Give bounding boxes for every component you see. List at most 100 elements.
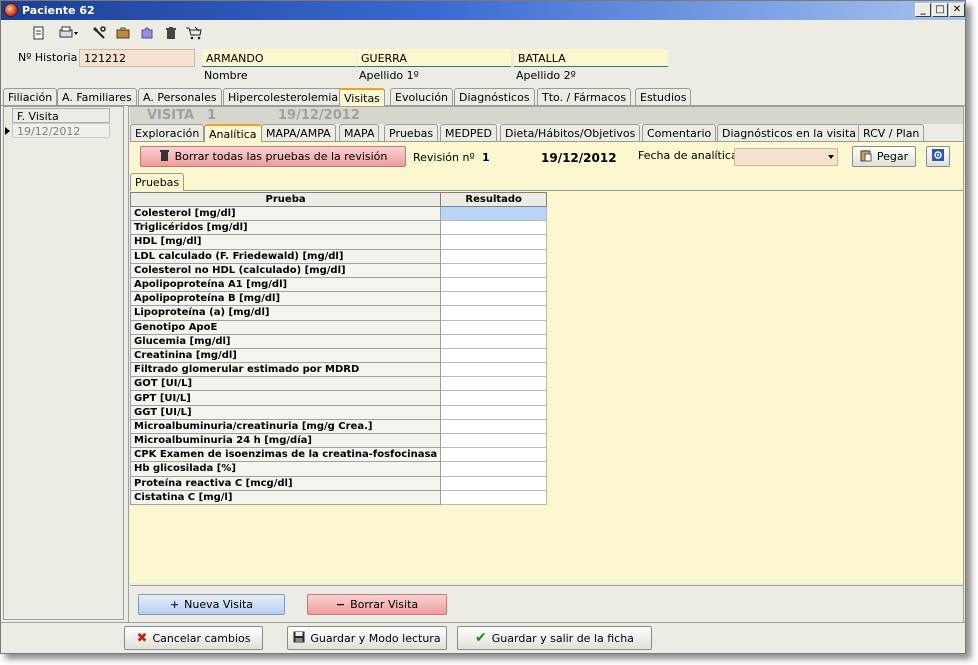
test-result-cell[interactable]	[440, 461, 548, 477]
minimize-button[interactable]: _	[915, 3, 931, 17]
test-result-cell[interactable]	[440, 447, 548, 463]
settings-button[interactable]	[926, 146, 950, 167]
subtab-mapa-ampa[interactable]: MAPA/AMPA	[261, 124, 336, 141]
test-result-cell[interactable]	[440, 432, 548, 449]
visit-list-header[interactable]: F. Visita	[12, 108, 110, 123]
tab-tto-farmacos[interactable]: Tto. / Fármacos	[537, 88, 632, 105]
tab-hipercolesterolemia[interactable]: Hipercolesterolemia	[223, 88, 344, 105]
floppy-icon	[293, 631, 305, 646]
table-row[interactable]: GGT [UI/L]	[129, 404, 548, 420]
table-row[interactable]: Microalbuminuria/creatinuria [mg/g Crea.…	[129, 418, 548, 435]
subtab-analitica[interactable]: Analítica	[204, 124, 262, 142]
test-result-cell[interactable]	[440, 404, 548, 420]
test-result-cell[interactable]	[440, 220, 548, 236]
test-result-cell[interactable]	[440, 305, 548, 321]
close-button[interactable]: ✕	[949, 3, 965, 17]
chevron-down-icon	[828, 155, 834, 159]
test-result-cell[interactable]	[440, 291, 548, 307]
tab-pruebas[interactable]: Pruebas	[130, 173, 185, 191]
table-row[interactable]: GOT [UI/L]	[129, 376, 548, 392]
table-row[interactable]: Filtrado glomerular estimado por MDRD	[129, 362, 548, 378]
test-result-cell[interactable]	[440, 262, 548, 278]
tools-icon[interactable]	[90, 25, 108, 41]
test-name-cell: Lipoproteína (a) [mg/dl]	[129, 305, 442, 321]
test-result-cell[interactable]	[440, 234, 548, 250]
test-result-cell[interactable]	[440, 319, 548, 335]
table-row[interactable]: Creatinina [mg/dl]	[129, 347, 548, 364]
maximize-button[interactable]: □	[932, 3, 948, 17]
test-result-cell[interactable]	[440, 390, 548, 406]
test-result-cell[interactable]	[440, 248, 548, 264]
visit-number: 1	[207, 108, 217, 123]
test-name-cell: Creatinina [mg/dl]	[129, 347, 442, 364]
cart-icon[interactable]	[184, 25, 204, 41]
subtab-comentario[interactable]: Comentario	[642, 124, 717, 141]
test-result-cell[interactable]	[440, 205, 548, 222]
table-row[interactable]: Genotipo ApoE	[129, 319, 548, 335]
tab-diagnosticos[interactable]: Diagnósticos	[454, 88, 535, 105]
cancel-changes-button[interactable]: ✖ Cancelar cambios	[124, 626, 263, 650]
table-row[interactable]: Cistatina C [mg/l]	[129, 489, 548, 505]
subtab-exploracion[interactable]: Exploración	[130, 124, 205, 141]
fecha-analitica-select[interactable]	[734, 148, 838, 166]
subtab-rcv-plan[interactable]: RCV / Plan	[858, 124, 925, 141]
column-header-resultado[interactable]: Resultado	[440, 192, 548, 207]
briefcase-icon[interactable]	[114, 25, 132, 41]
delete-visit-button[interactable]: − Borrar Visita	[307, 594, 447, 615]
apellido2-label: Apellido 2º	[516, 69, 576, 82]
test-result-cell[interactable]	[440, 333, 548, 349]
table-row[interactable]: HDL [mg/dl]	[129, 234, 548, 250]
table-row[interactable]: Hb glicosilada [%]	[129, 461, 548, 477]
tab-evolucion[interactable]: Evolución	[390, 88, 454, 105]
table-row[interactable]: GPT [UI/L]	[129, 390, 548, 406]
tab-filiacion[interactable]: Filiación	[3, 88, 58, 105]
table-row[interactable]: Colesterol no HDL (calculado) [mg/dl]	[129, 262, 548, 278]
subtab-mapa[interactable]: MAPA	[339, 124, 380, 141]
plus-icon: +	[169, 598, 180, 611]
table-row[interactable]: Glucemia [mg/dl]	[129, 333, 548, 349]
subtab-diagnosticos-visita[interactable]: Diagnósticos en la visita	[717, 124, 861, 141]
delete-all-tests-label: Borrar todas las pruebas de la revisión	[174, 150, 388, 163]
tab-personales[interactable]: A. Personales	[138, 88, 222, 105]
delete-all-tests-button[interactable]: Borrar todas las pruebas de la revisión	[140, 146, 406, 167]
test-result-cell[interactable]	[440, 418, 548, 435]
test-name-cell: GPT [UI/L]	[129, 390, 442, 406]
paste-button[interactable]: Pegar	[852, 146, 916, 167]
test-name-cell: GOT [UI/L]	[129, 376, 442, 392]
divider	[130, 585, 963, 586]
table-row[interactable]: Triglicéridos [mg/dl]	[129, 220, 548, 236]
table-row[interactable]: Colesterol [mg/dl]	[129, 205, 548, 222]
table-row[interactable]: Apolipoproteína B [mg/dl]	[129, 291, 548, 307]
document-icon[interactable]	[30, 25, 48, 41]
puzzle-icon[interactable]	[138, 25, 156, 41]
apellido2-field[interactable]: BATALLA	[514, 49, 668, 67]
table-row[interactable]: Apolipoproteína A1 [mg/dl]	[129, 276, 548, 293]
table-row[interactable]: Proteína reactiva C [mcg/dl]	[129, 475, 548, 491]
trash-icon[interactable]	[162, 25, 180, 41]
nombre-field[interactable]: ARMANDO	[202, 49, 356, 67]
new-visit-button[interactable]: + Nueva Visita	[138, 594, 285, 615]
save-read-mode-button[interactable]: Guardar y Modo lectura	[287, 626, 447, 650]
test-result-cell[interactable]	[440, 276, 548, 293]
table-row[interactable]: LDL calculado (F. Friedewald) [mg/dl]	[129, 248, 548, 264]
tab-visitas[interactable]: Visitas	[339, 88, 385, 106]
tab-estudios[interactable]: Estudios	[635, 88, 692, 105]
table-row[interactable]: CPK Examen de isoenzimas de la creatina-…	[129, 447, 548, 463]
test-result-cell[interactable]	[440, 376, 548, 392]
test-result-cell[interactable]	[440, 489, 548, 505]
column-header-prueba[interactable]: Prueba	[129, 192, 442, 207]
print-menu-icon[interactable]	[58, 25, 80, 41]
tab-familiares[interactable]: A. Familiares	[57, 88, 137, 105]
test-result-cell[interactable]	[440, 347, 548, 364]
historia-field[interactable]: 121212	[79, 49, 195, 67]
subtab-dieta[interactable]: Dieta/Hábitos/Objetivos	[500, 124, 641, 141]
subtab-medped[interactable]: MEDPED	[440, 124, 497, 141]
table-row[interactable]: Microalbuminuria 24 h [mg/día]	[129, 432, 548, 449]
subtab-pruebas[interactable]: Pruebas	[384, 124, 439, 141]
save-exit-button[interactable]: ✔ Guardar y salir de la ficha	[457, 626, 652, 650]
table-row[interactable]: Lipoproteína (a) [mg/dl]	[129, 305, 548, 321]
test-result-cell[interactable]	[440, 362, 548, 378]
apellido1-field[interactable]: GUERRA	[357, 49, 511, 67]
test-result-cell[interactable]	[440, 475, 548, 491]
cancel-changes-label: Cancelar cambios	[152, 631, 251, 645]
